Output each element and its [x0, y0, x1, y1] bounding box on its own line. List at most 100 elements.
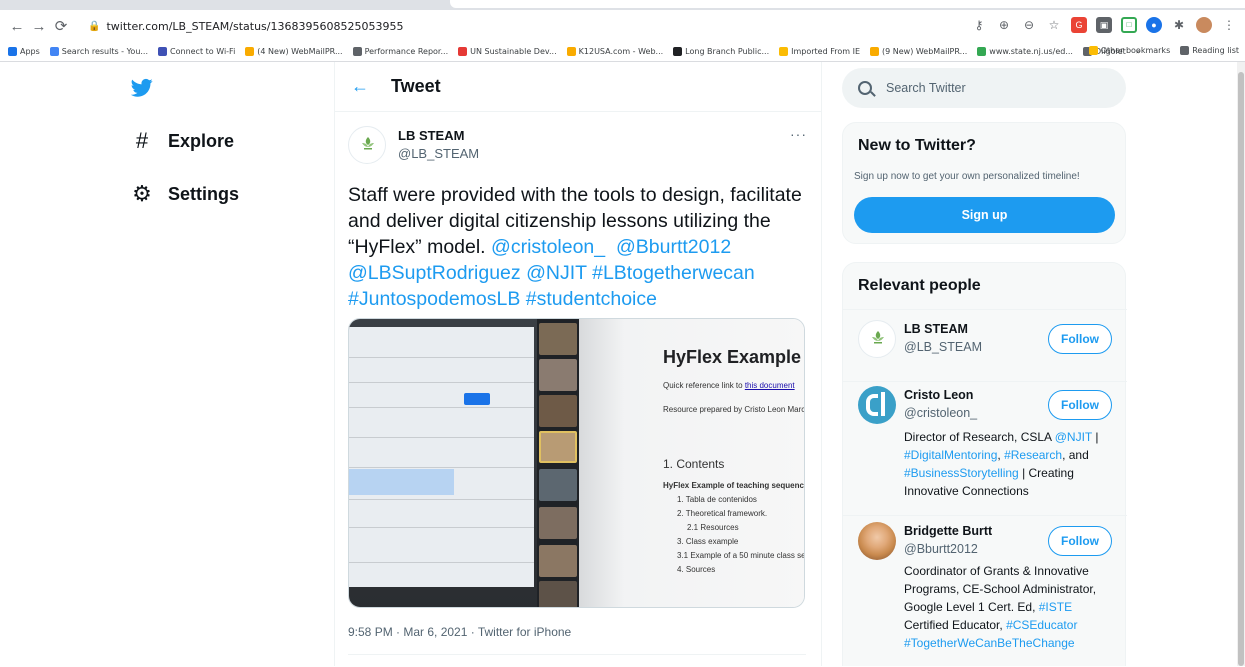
twitter-logo-icon[interactable] [131, 78, 153, 98]
tweet-text: Staff were provided with the tools to de… [348, 182, 808, 312]
person-handle: @LB_STEAM [904, 340, 982, 354]
mention-link[interactable]: @Bburtt2012 [616, 236, 731, 258]
bookmark-label: UN Sustainable Dev... [470, 47, 557, 56]
profile-avatar[interactable] [1196, 17, 1212, 33]
tweet-author-handle: @LB_STEAM [398, 146, 480, 161]
person-handle: @Bburtt2012 [904, 542, 978, 556]
bookmark-favicon-icon [566, 47, 576, 56]
search-input[interactable]: Search Twitter [842, 68, 1126, 108]
active-tab[interactable] [450, 0, 1245, 8]
bookmark-label: K12USA.com - Web... [578, 47, 664, 56]
avatar[interactable] [858, 522, 896, 560]
image-doc-line: Resource prepared by Cristo Leon March [663, 405, 805, 414]
reading-list-button[interactable]: Reading list [1180, 46, 1239, 55]
avatar[interactable] [858, 320, 896, 358]
bookmark-item[interactable]: (4 New) WebMailPR... [245, 47, 343, 56]
extension-red-icon[interactable]: G [1071, 17, 1087, 33]
follow-button[interactable]: Follow [1048, 526, 1112, 556]
bio-link[interactable]: #Research [1004, 448, 1062, 462]
bookmark-item[interactable]: Search results - You... [49, 47, 149, 56]
bookmark-item[interactable]: Performance Repor... [352, 47, 448, 56]
bookmark-label: Search results - You... [61, 47, 149, 56]
key-icon[interactable]: ⚷ [971, 17, 987, 33]
bookmark-item[interactable]: UN Sustainable Dev... [458, 47, 557, 56]
reload-icon[interactable]: ⟳ [50, 17, 72, 35]
hashtag-link[interactable]: #studentchoice [526, 288, 657, 310]
video-tiles [537, 319, 579, 607]
nav-settings[interactable]: ⚙ Settings [131, 181, 239, 207]
tweet-timestamp[interactable]: 9:58 PM · Mar 6, 2021 · Twitter for iPho… [348, 625, 571, 639]
lb-steam-logo-icon [872, 331, 884, 344]
bookmark-favicon-icon [870, 47, 879, 56]
avatar[interactable] [858, 386, 896, 424]
folder-icon [1088, 46, 1098, 55]
bookmark-item[interactable]: www.state.nj.us/ed... [977, 47, 1073, 56]
bio-link[interactable]: #DigitalMentoring [904, 448, 997, 462]
bio-link[interactable]: #BusinessStorytelling [904, 466, 1019, 480]
bookmark-favicon-icon [352, 47, 362, 56]
tweet-author-name: LB STEAM [398, 128, 465, 143]
more-options-icon[interactable]: ··· [790, 126, 807, 142]
follow-button[interactable]: Follow [1048, 390, 1112, 420]
bookmark-item[interactable]: Connect to Wi-Fi [158, 47, 235, 56]
forward-arrow-icon[interactable]: → [28, 18, 50, 35]
extension-blue-icon[interactable]: ● [1146, 17, 1162, 33]
mention-link[interactable]: @cristoleon_ [491, 236, 605, 258]
bookmark-item[interactable]: (9 New) WebMailPR... [870, 47, 967, 56]
bookmark-item[interactable]: Long Branch Public... [673, 47, 769, 56]
other-bookmarks-button[interactable]: Other bookmarks [1088, 46, 1171, 55]
nav-explore[interactable]: # Explore [131, 128, 234, 154]
screen-document [349, 327, 534, 587]
card-subtitle: Sign up now to get your own personalized… [854, 171, 1080, 182]
bookmarks-right: Other bookmarks Reading list [1088, 46, 1239, 55]
bookmark-favicon-icon [245, 47, 255, 56]
kebab-menu-icon[interactable]: ⋮ [1221, 17, 1237, 33]
star-icon[interactable]: ☆ [1046, 17, 1062, 33]
bio-link[interactable]: @NJIT [1055, 430, 1092, 444]
back-arrow-icon[interactable]: ← [6, 18, 28, 35]
bookmark-label: (9 New) WebMailPR... [882, 47, 968, 56]
person-bridgette-burtt[interactable]: Bridgette Burtt @Bburtt2012 Follow Coord… [843, 515, 1127, 667]
bookmark-favicon-icon [779, 47, 789, 56]
bookmarks-bar: Apps Search results - You... Connect to Wi… [0, 42, 1245, 62]
bio-link[interactable]: #TogetherWeCanBeTheChange [904, 636, 1075, 650]
bookmark-favicon-icon [8, 47, 17, 56]
scrollbar-thumb[interactable] [1238, 72, 1244, 666]
address-bar[interactable]: twitter.com/LB_STEAM/status/136839560852… [106, 20, 403, 33]
bio-link[interactable]: #ISTE [1039, 600, 1072, 614]
relevant-people-card: Relevant people LB STEAM @LB_STEAM Follo… [842, 262, 1127, 667]
bookmark-item[interactable]: K12USA.com - Web... [566, 47, 664, 56]
bookmark-label: (4 New) WebMailPR... [257, 47, 343, 56]
sign-up-button[interactable]: Sign up [854, 197, 1115, 233]
lock-icon[interactable]: 🔒 [88, 21, 100, 32]
zoom-icon[interactable]: ⊖ [1021, 17, 1037, 33]
install-icon[interactable]: ⊕ [996, 17, 1012, 33]
person-cristo-leon[interactable]: Cristo Leon @cristoleon_ Follow Director… [843, 381, 1127, 511]
puzzle-icon[interactable]: ✱ [1171, 17, 1187, 33]
bookmark-favicon-icon [49, 47, 59, 56]
bookmark-label: Apps [20, 47, 40, 56]
bookmark-item[interactable]: Imported From IE [779, 47, 860, 56]
person-bio: Director of Research, CSLA @NJIT | #Digi… [904, 430, 1099, 498]
hashtag-link[interactable]: #LBtogetherwecan [592, 262, 755, 284]
bookmark-label: Other bookmarks [1100, 46, 1171, 55]
folder-icon [1180, 46, 1190, 55]
extension-gray-icon[interactable]: ▣ [1096, 17, 1112, 33]
back-arrow-icon[interactable]: ← [351, 76, 391, 97]
follow-button[interactable]: Follow [1048, 324, 1112, 354]
scrollbar[interactable] [1237, 62, 1245, 666]
tweet-author[interactable]: LB STEAM @LB_STEAM [398, 128, 479, 161]
image-doc-toc-item: 3.1 Example of a 50 minute class ses [677, 551, 805, 560]
page-title: Tweet [391, 76, 441, 96]
mention-link[interactable]: @NJIT [526, 262, 587, 284]
extension-green-icon[interactable]: □ [1121, 17, 1137, 33]
image-doc-toc-item: 2.1 Resources [687, 523, 739, 532]
tweet-author-avatar[interactable] [348, 126, 386, 164]
person-handle: @cristoleon_ [904, 406, 978, 420]
mention-link[interactable]: @LBSuptRodriguez [348, 262, 521, 284]
bio-link[interactable]: #CSEducator [1006, 618, 1077, 632]
person-lb-steam[interactable]: LB STEAM @LB_STEAM Follow [843, 309, 1127, 369]
bookmark-item[interactable]: Apps [8, 47, 40, 56]
hashtag-link[interactable]: #JuntospodemosLB [348, 288, 520, 310]
tweet-image[interactable]: HyFlex Example of Quick reference link t… [348, 318, 805, 608]
